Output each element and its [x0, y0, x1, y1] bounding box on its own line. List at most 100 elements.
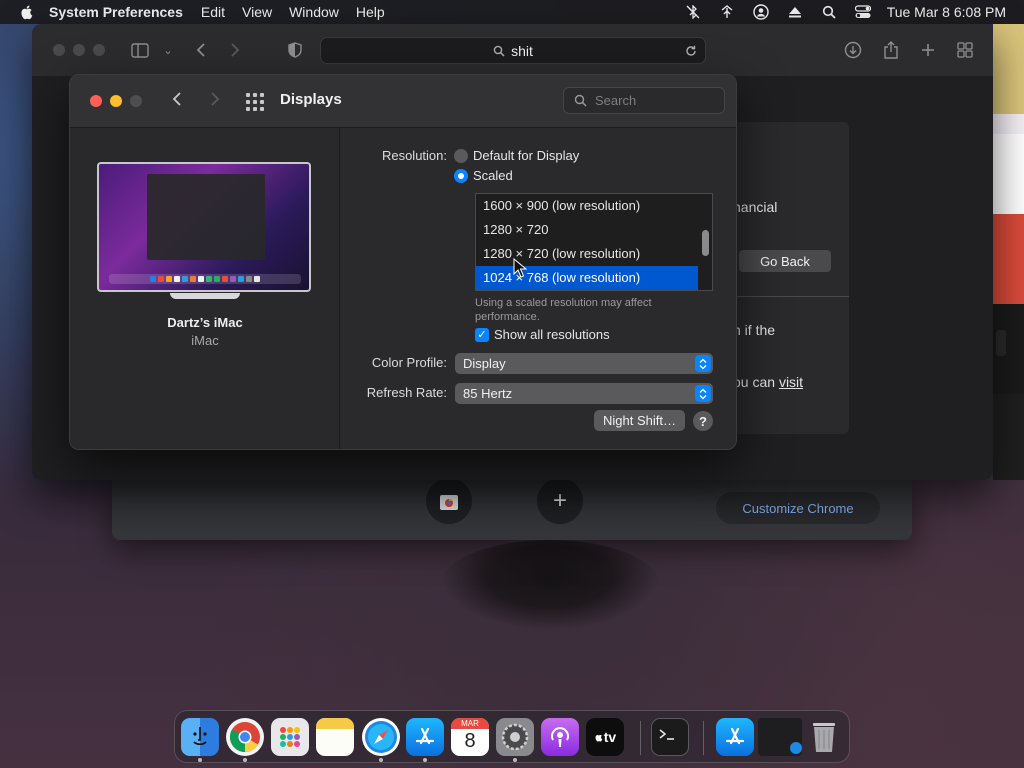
resolution-item-selected[interactable]: 1024 × 768 (low resolution): [476, 266, 698, 290]
menu-window[interactable]: Window: [289, 4, 339, 20]
calendar-icon[interactable]: MAR 8: [451, 718, 489, 756]
resolution-item[interactable]: 1600 × 900 (low resolution): [476, 194, 698, 218]
menu-view[interactable]: View: [242, 4, 272, 20]
radio-scaled[interactable]: Scaled: [454, 168, 513, 183]
radio-button[interactable]: [454, 148, 468, 163]
resolution-item[interactable]: 1280 × 720 (low resolution): [476, 242, 698, 266]
app-store-icon[interactable]: [406, 718, 444, 756]
menubar-clock[interactable]: Tue Mar 8 6:08 PM: [887, 4, 1006, 20]
show-all-grid-icon[interactable]: [246, 93, 264, 111]
address-text: shit: [511, 42, 533, 59]
imac-thumbnail: [97, 162, 311, 292]
podcasts-icon[interactable]: [541, 718, 579, 756]
close-button[interactable]: [90, 95, 102, 107]
resolution-item[interactable]: 1280 × 720: [476, 218, 698, 242]
search-icon: [574, 94, 587, 107]
network-icon[interactable]: [719, 4, 735, 20]
downloads-icon[interactable]: [843, 40, 863, 60]
back-icon[interactable]: [172, 90, 182, 113]
menu-help[interactable]: Help: [356, 4, 385, 20]
search-input[interactable]: [595, 93, 715, 108]
reload-icon[interactable]: [685, 45, 697, 57]
show-all-resolutions-checkbox[interactable]: ✓ Show all resolutions: [475, 327, 610, 342]
back-arrow-icon[interactable]: [191, 40, 211, 60]
privacy-shield-icon[interactable]: [285, 40, 305, 60]
safari-badge-icon: [790, 742, 802, 754]
prefs-toolbar: Displays: [70, 75, 736, 128]
safari-zoom-button[interactable]: [93, 44, 105, 56]
resolution-list[interactable]: 1600 × 900 (low resolution) 1280 × 720 1…: [475, 193, 713, 291]
refresh-rate-label: Refresh Rate:: [366, 385, 447, 400]
apple-menu-icon[interactable]: [19, 4, 35, 20]
pane-title: Displays: [280, 91, 342, 108]
tab-overview-icon[interactable]: [955, 40, 975, 60]
refresh-rate-popup[interactable]: 85 Hertz: [455, 383, 713, 404]
visit-link[interactable]: visit: [779, 374, 803, 390]
safari-close-button[interactable]: [53, 44, 65, 56]
sidebar-icon[interactable]: [130, 40, 150, 60]
checkmark-icon[interactable]: ✓: [475, 327, 489, 342]
chrome-icon[interactable]: [226, 718, 264, 756]
minimized-window-thumbnail[interactable]: [758, 718, 802, 756]
help-button[interactable]: ?: [693, 411, 713, 431]
night-shift-button[interactable]: Night Shift…: [594, 410, 685, 431]
device-model: iMac: [191, 333, 219, 348]
system-preferences-icon[interactable]: [496, 718, 534, 756]
new-tab-icon[interactable]: [918, 40, 938, 60]
bluetooth-off-icon[interactable]: [685, 4, 701, 20]
imac-screen-preview: [99, 164, 309, 290]
display-preview-panel: Dartz’s iMac iMac: [70, 128, 340, 449]
prefs-search-field[interactable]: [563, 87, 725, 114]
displays-preferences-window: Displays Dartz’s iMac iMac Resolution: D…: [69, 74, 737, 450]
color-profile-label: Color Profile:: [371, 355, 447, 370]
radio-button-selected[interactable]: [454, 168, 468, 183]
wallpaper-island: [440, 540, 660, 630]
spotlight-search-icon[interactable]: [821, 4, 837, 20]
customize-chrome-label: Customize Chrome: [742, 500, 854, 516]
sidebar-chevron-down-icon[interactable]: ⌄: [158, 40, 178, 60]
address-bar[interactable]: shit: [320, 37, 706, 64]
eject-icon[interactable]: [787, 4, 803, 20]
add-shortcut-button[interactable]: +: [537, 478, 583, 524]
app-store-download-icon[interactable]: [716, 718, 754, 756]
terminal-icon[interactable]: [651, 718, 689, 756]
radio-default-for-display[interactable]: Default for Display: [454, 148, 579, 163]
customize-chrome-button[interactable]: Customize Chrome: [716, 492, 880, 524]
chrome-shortcut-tile[interactable]: [426, 478, 472, 524]
notes-icon[interactable]: [316, 718, 354, 756]
display-settings-panel: Resolution: Default for Display Scaled 1…: [341, 128, 736, 449]
up-down-chevron-icon: [695, 355, 711, 372]
resolution-list-scrollbar[interactable]: [702, 230, 709, 256]
up-down-chevron-icon: [695, 385, 711, 402]
control-center-icon[interactable]: [854, 4, 871, 20]
trash-icon[interactable]: [805, 718, 843, 756]
color-profile-popup[interactable]: Display: [455, 353, 713, 374]
safari-icon[interactable]: [362, 718, 400, 756]
safari-minimize-button[interactable]: [73, 44, 85, 56]
user-account-icon[interactable]: [752, 4, 769, 20]
radio-scaled-label: Scaled: [473, 168, 513, 183]
refresh-rate-value: 85 Hertz: [463, 386, 513, 401]
calendar-month: MAR: [451, 718, 489, 729]
system-preferences-running-dot: [513, 758, 517, 762]
forward-arrow-icon[interactable]: [225, 40, 245, 60]
safari-toolbar: ⌄ shit: [32, 24, 993, 76]
color-profile-value: Display: [463, 356, 506, 371]
menu-app-name[interactable]: System Preferences: [49, 4, 183, 20]
finder-icon[interactable]: [181, 718, 219, 756]
help-icon: ?: [699, 413, 707, 429]
app-store-running-dot: [423, 758, 427, 762]
launchpad-icon[interactable]: [271, 718, 309, 756]
apple-tv-icon[interactable]: tv: [586, 718, 624, 756]
zoom-button[interactable]: [130, 95, 142, 107]
page-text-you-can: ou can visit: [733, 374, 803, 390]
preview-dock-shape: [109, 274, 301, 284]
forward-icon[interactable]: [210, 90, 220, 113]
dock-separator: [640, 721, 641, 755]
imac-stand: [170, 293, 240, 299]
search-icon: [493, 45, 505, 57]
menu-edit[interactable]: Edit: [201, 4, 225, 20]
share-icon[interactable]: [881, 40, 901, 60]
minimize-button[interactable]: [110, 95, 122, 107]
go-back-button[interactable]: Go Back: [739, 250, 831, 272]
